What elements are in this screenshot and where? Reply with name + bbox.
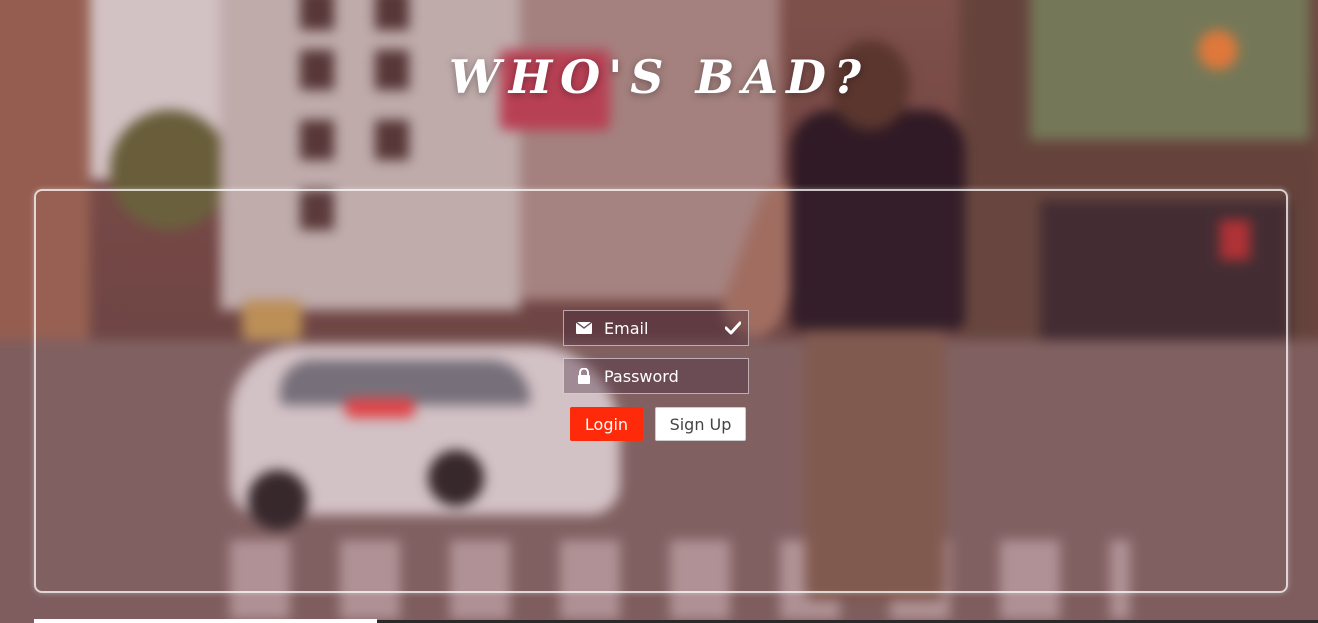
bottom-progress-bar: [34, 619, 377, 623]
password-field[interactable]: Password: [563, 358, 749, 394]
password-placeholder: Password: [604, 366, 679, 386]
lock-icon: [564, 368, 604, 384]
signup-button[interactable]: Sign Up: [655, 407, 746, 441]
email-placeholder: Email: [604, 318, 649, 338]
checkmark-icon: [718, 321, 748, 335]
page-title: WHO'S BAD?: [449, 50, 869, 104]
envelope-icon: [564, 322, 604, 334]
login-button[interactable]: Login: [570, 407, 643, 441]
email-field[interactable]: Email: [563, 310, 749, 346]
